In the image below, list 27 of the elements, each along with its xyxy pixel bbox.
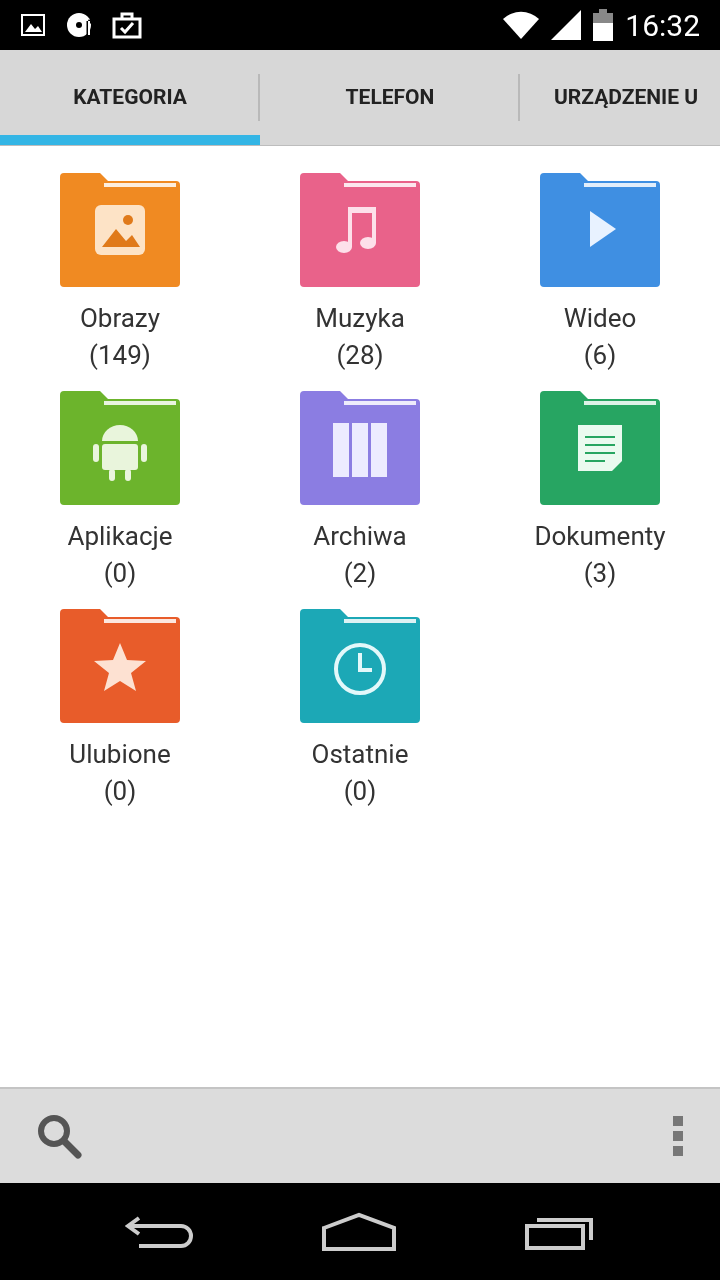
signal-icon (551, 10, 582, 40)
home-icon[interactable] (322, 1211, 396, 1252)
briefcase-check-icon (112, 11, 142, 39)
category-count: (6) (583, 339, 617, 372)
category-count: (0) (103, 557, 137, 590)
search-icon[interactable] (36, 1113, 82, 1159)
more-menu-icon[interactable] (672, 1116, 684, 1156)
category-name: Ulubione (69, 738, 171, 771)
category-name: Wideo (563, 302, 637, 335)
category-count: (0) (343, 775, 377, 808)
battery-icon (593, 9, 614, 41)
category-count: (149) (89, 339, 151, 372)
category-name: Ostatnie (311, 738, 409, 771)
category-count: (3) (583, 557, 617, 590)
category-name: Archiwa (313, 520, 407, 553)
category-tab[interactable]: TELEFON (345, 50, 435, 145)
category-count: (28) (336, 339, 384, 372)
image-icon (20, 13, 46, 37)
category-count: (2) (343, 557, 377, 590)
category-name: Dokumenty (534, 520, 666, 553)
wifi-icon (503, 11, 540, 39)
category-tab[interactable]: URZĄDZENIE U (554, 50, 699, 145)
category-name: Obrazy (79, 302, 161, 335)
category-name: Muzyka (315, 302, 405, 335)
status-time: 16:32 (625, 6, 700, 45)
category-count: (0) (103, 775, 137, 808)
category-name: Aplikacje (67, 520, 173, 553)
